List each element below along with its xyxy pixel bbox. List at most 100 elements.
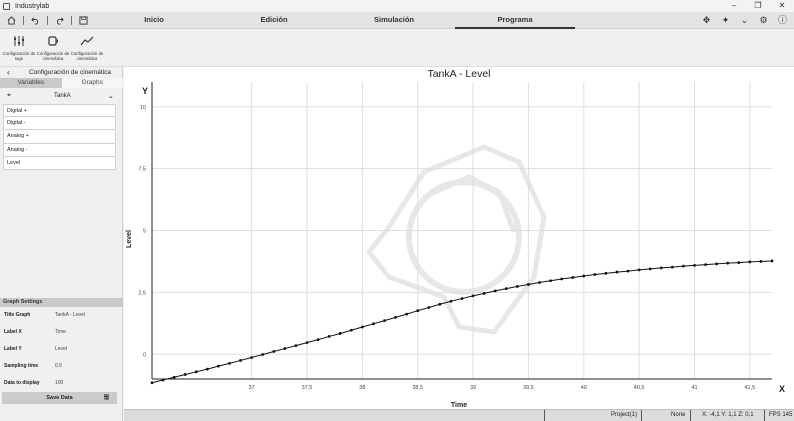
data-point [194,370,198,374]
home-icon[interactable] [4,12,19,29]
selected-object: TankA [54,92,71,99]
chart-grid [152,82,772,379]
gear-icon[interactable]: ⚙ [754,12,773,29]
view-controls: ✥ ✦ ⌄ ⚙ ⓘ [697,12,792,29]
chart-series [150,259,774,385]
data-point [549,279,552,283]
x-tick-label: 38,5 [412,385,423,391]
maximize-button[interactable]: ❐ [746,0,770,12]
data-point [626,269,630,273]
data-point [582,274,586,278]
label-x-field[interactable]: Time [55,327,66,337]
setting-row: Title Graph TankA - Level [3,310,118,320]
save-button-label: Save Data [46,395,73,401]
sampling-time-field[interactable]: 0.5 [55,361,62,371]
data-point [228,362,231,365]
tab-graphs[interactable]: Graphs [61,78,123,88]
left-panel: ‹ Configuración de cinemática Variables … [0,67,123,421]
redo-icon[interactable] [52,12,67,29]
tab-programa[interactable]: Programa [455,12,575,29]
chevron-down-icon[interactable]: ⌄ [735,12,754,29]
x-tick-label: 39 [470,385,476,391]
data-point [648,267,652,271]
save-data-button[interactable]: Save Data 🖫 [2,392,117,404]
data-point [427,306,431,309]
close-button[interactable]: ✕ [770,0,794,12]
data-point [748,260,752,264]
setting-label: Sampling time [4,363,39,369]
minimize-button[interactable]: – [722,0,746,12]
graph-view: TankA - Level 37 37,5 38 38,5 39 39,5 40 40,5 41… [124,67,794,409]
chevron-down-icon[interactable]: ⌄ [108,92,114,100]
title-bar: Industrylab – ❐ ✕ [0,0,794,12]
setting-row: Label Y Level [3,344,118,354]
data-point [670,265,674,269]
setting-label: Label Y [4,346,22,352]
y-tick-label: 7,5 [138,167,146,173]
graph-config-button[interactable]: Configuración de cinemática [70,35,104,61]
data-point [183,373,187,376]
data-point [538,281,541,284]
separator [47,16,48,25]
save-icon[interactable] [76,12,91,29]
fps-readout: FPS 145 [769,412,793,418]
setting-label: Title Graph [4,312,31,318]
x-tick-label: 40 [581,385,587,391]
data-point [217,364,220,368]
data-point [637,268,641,272]
list-item[interactable]: Digital + [3,104,116,118]
move-icon[interactable]: ✥ [697,12,716,29]
data-point [360,325,364,329]
data-point [682,264,685,268]
data-point [261,353,265,356]
x-tick-label: 37 [249,385,255,391]
object-select[interactable]: ⌖ TankA ⌄ [0,89,123,102]
watermark-logo [365,144,547,335]
data-point [394,315,397,319]
separator [764,410,765,421]
list-item[interactable]: Level [3,156,116,170]
data-point [161,378,165,382]
title-graph-field[interactable]: TankA - Level [55,310,85,320]
tab-simulacion[interactable]: Simulación [348,12,440,29]
separator [23,16,24,25]
list-item[interactable]: Analog + [3,130,116,144]
list-item[interactable]: Analog - [3,143,116,157]
data-point [527,283,530,286]
data-point [482,291,486,295]
sliders-icon [2,35,36,49]
data-to-display-field[interactable]: 100 [55,378,63,388]
y-tick-label: 10 [140,105,146,111]
quick-actions [4,12,91,29]
data-point [372,322,375,326]
y-axis-letter: Y [142,86,148,96]
x-tick-label: 41 [691,385,697,391]
ribbon-toolbar: Configuración de tags Configuración de c… [0,29,794,67]
app-icon [3,2,10,10]
y-tick-label: 0 [143,352,146,358]
back-arrow-icon[interactable]: ‹ [7,68,15,77]
data-point [460,297,464,300]
tab-inicio[interactable]: Inicio [108,12,200,29]
undo-icon[interactable] [28,12,43,29]
tags-config-button[interactable]: Configuración de tags [2,35,36,61]
data-point [693,263,696,267]
help-icon[interactable]: ⓘ [773,12,792,29]
label-y-field[interactable]: Level [55,344,67,354]
data-point [715,262,719,266]
x-axis-letter: X [779,384,785,394]
data-point [416,309,420,313]
data-point [593,273,597,276]
data-point [449,299,453,303]
separator [71,16,72,25]
app-title: Industrylab [15,2,50,10]
data-point [604,271,608,275]
tab-variables[interactable]: Variables [0,78,62,88]
snap-icon[interactable]: ✦ [716,12,735,29]
project-status: Project(1) [611,412,638,418]
x-tick-label: 39,5 [523,385,534,391]
list-item[interactable]: Digital - [3,117,116,131]
graph-settings-title: Graph Settings [0,298,123,307]
tab-edicion[interactable]: Edición [228,12,320,29]
kinematics-config-button[interactable]: Configuración de cinemática [36,35,70,61]
